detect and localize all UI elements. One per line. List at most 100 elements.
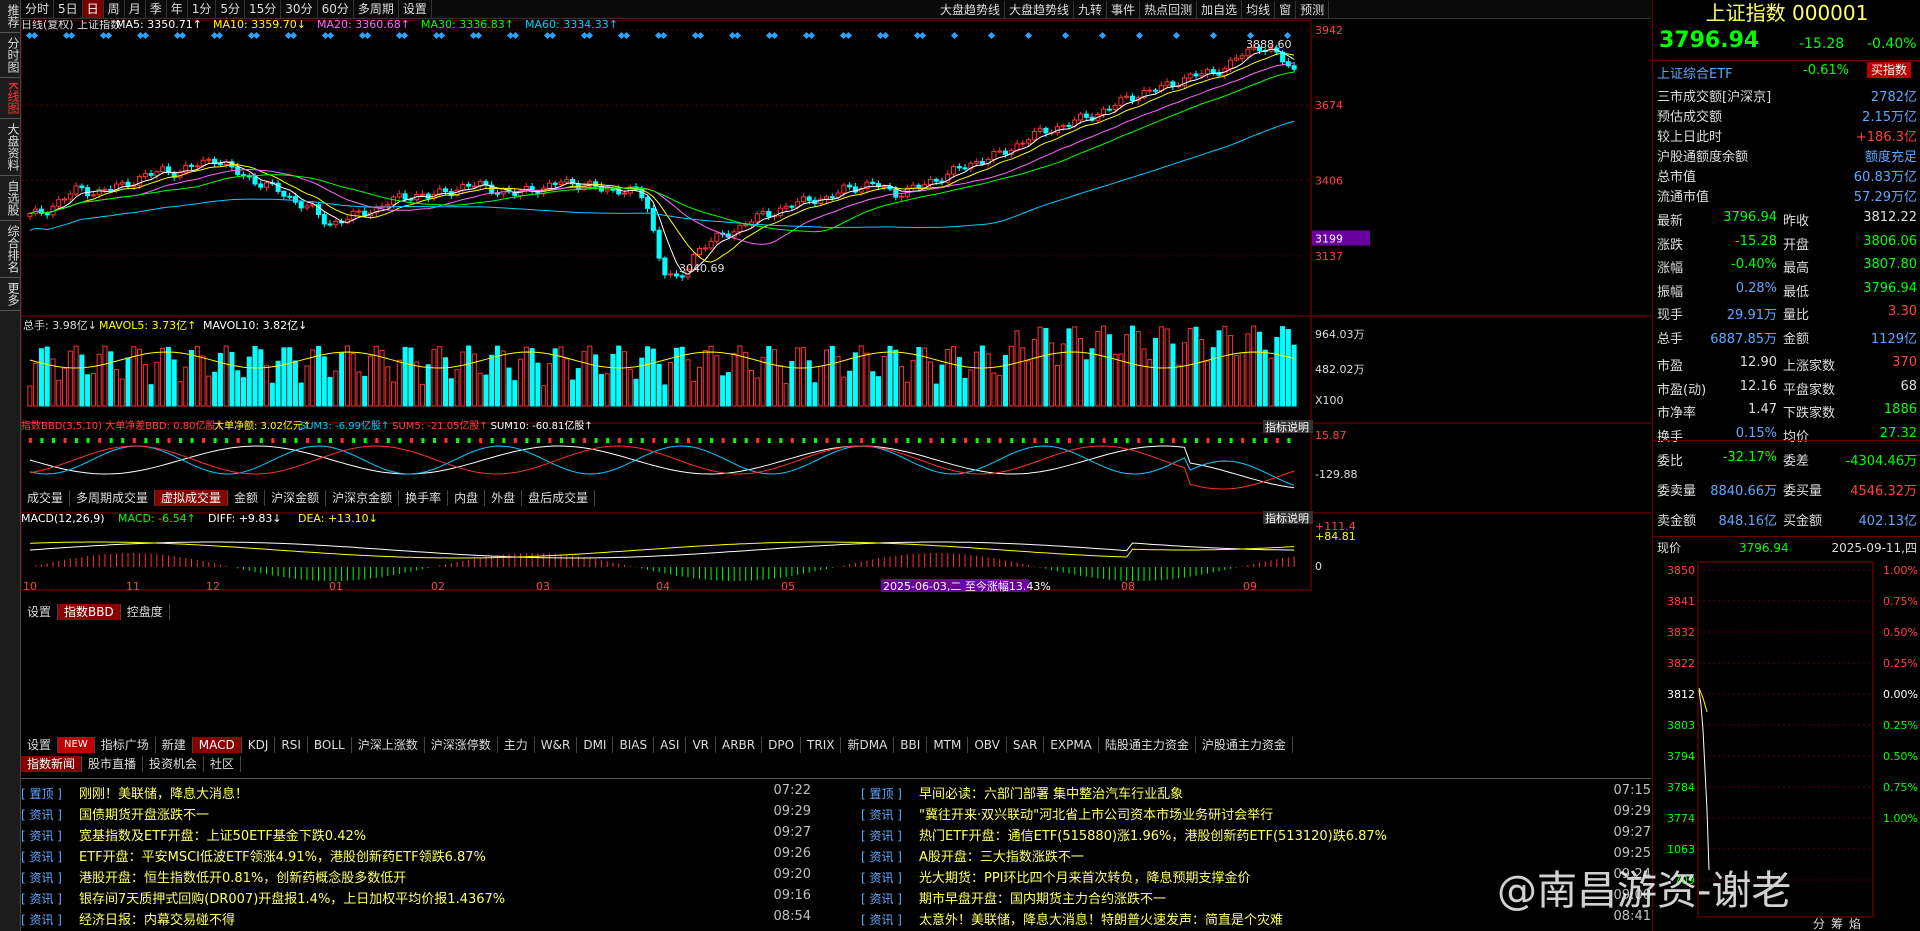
indicator-tab-26[interactable]: 沪股通主力资金 bbox=[1196, 737, 1293, 753]
left-tab-0[interactable]: 推荐 bbox=[0, 0, 20, 33]
news-tab-3[interactable]: 社区 bbox=[204, 756, 242, 772]
indicator-tab-6[interactable]: RSI bbox=[275, 737, 308, 753]
left-tab-5[interactable]: 综合排名 bbox=[0, 221, 20, 278]
indicator-tab-19[interactable]: 新DMA bbox=[841, 737, 895, 753]
news-headline[interactable]: 银存间7天质押式回购(DR007)开盘报1.4%，上日加权平均价报1.4367% bbox=[79, 888, 505, 907]
toolbar-right-item-8[interactable]: 预测 bbox=[1296, 0, 1330, 19]
toolbar-right-item-2[interactable]: 九转 bbox=[1074, 0, 1108, 19]
toolbar-right-item-6[interactable]: 均线 bbox=[1242, 0, 1276, 19]
indicator-tab-0[interactable]: 设置 bbox=[21, 737, 59, 753]
period-tab-11[interactable]: 60分 bbox=[318, 0, 354, 18]
news-item[interactable]: [ 资讯 ] 宽基指数及ETF开盘：上证50ETF基金下跌0.42% 09:27 bbox=[21, 825, 811, 845]
indicator-tab-14[interactable]: ASI bbox=[654, 737, 687, 753]
volume-tab-5[interactable]: 沪深京金额 bbox=[326, 490, 400, 506]
indicator-tab-12[interactable]: DMI bbox=[577, 737, 614, 753]
volume-tab-7[interactable]: 内盘 bbox=[448, 490, 486, 506]
news-headline[interactable]: 太意外！美联储，降息大消息！特朗普火速发声：简直是个灾难 bbox=[919, 909, 1283, 928]
bbd-tab-2[interactable]: 控盘度 bbox=[121, 604, 170, 620]
news-headline[interactable]: 港股开盘：恒生指数低开0.81%，创新药概念股多数低开 bbox=[79, 867, 406, 886]
volume-tab-6[interactable]: 换手率 bbox=[399, 490, 449, 506]
volume-tab-1[interactable]: 多周期成交量 bbox=[70, 490, 156, 506]
indicator-tab-23[interactable]: SAR bbox=[1007, 737, 1045, 753]
left-tab-3[interactable]: 大盘资料 bbox=[0, 119, 20, 176]
left-tab-6[interactable]: 更多 bbox=[0, 278, 20, 311]
volume-tab-9[interactable]: 盘后成交量 bbox=[522, 490, 596, 506]
indicator-tab-20[interactable]: BBI bbox=[894, 737, 928, 753]
indicator-tab-16[interactable]: ARBR bbox=[716, 737, 763, 753]
indicator-tab-18[interactable]: TRIX bbox=[801, 737, 842, 753]
indicator-tab-1[interactable]: NEW bbox=[58, 737, 95, 753]
left-tab-4[interactable]: 自选股 bbox=[0, 176, 20, 221]
toolbar-right-item-7[interactable]: 窗 bbox=[1275, 0, 1297, 19]
indicator-tab-11[interactable]: W&R bbox=[535, 737, 578, 753]
toolbar-right-item-3[interactable]: 事件 bbox=[1107, 0, 1141, 19]
toolbar-right-item-4[interactable]: 热点回测 bbox=[1140, 0, 1198, 19]
news-item[interactable]: [ 资讯 ] 热门ETF开盘：通信ETF(515880)涨1.96%，港股创新药E… bbox=[861, 825, 1651, 845]
news-tab-0[interactable]: 指数新闻 bbox=[21, 756, 83, 772]
period-tab-9[interactable]: 15分 bbox=[245, 0, 282, 18]
news-headline[interactable]: 热门ETF开盘：通信ETF(515880)涨1.96%，港股创新药ETF(513… bbox=[919, 825, 1387, 844]
left-tab-1[interactable]: 分时图 bbox=[0, 33, 20, 78]
period-tab-13[interactable]: 设置 bbox=[399, 0, 432, 18]
toolbar-right-item-5[interactable]: 加自选 bbox=[1197, 0, 1243, 19]
news-tab-2[interactable]: 投资机会 bbox=[143, 756, 205, 772]
news-headline[interactable]: "冀往开来·双兴联动"河北省上市公司资本市场业务研讨会举行 bbox=[919, 804, 1273, 823]
news-headline[interactable]: 光大期货：PPI环比四个月来首次转负，降息预期支撑金价 bbox=[919, 867, 1251, 886]
news-item[interactable]: [ 置顶 ] 刚刚！美联储，降息大消息！ 07:22 bbox=[21, 783, 811, 803]
indicator-tab-5[interactable]: KDJ bbox=[242, 737, 276, 753]
period-tab-4[interactable]: 月 bbox=[125, 0, 146, 18]
indicator-tab-13[interactable]: BIAS bbox=[613, 737, 655, 753]
news-item[interactable]: [ 资讯 ] "冀往开来·双兴联动"河北省上市公司资本市场业务研讨会举行 09:29 bbox=[861, 804, 1651, 824]
news-headline[interactable]: 国债期货开盘涨跌不一 bbox=[79, 804, 209, 823]
period-tab-3[interactable]: 周 bbox=[104, 0, 125, 18]
period-tab-2[interactable]: 日 bbox=[82, 0, 104, 18]
indicator-tab-3[interactable]: 新建 bbox=[156, 737, 193, 753]
news-item[interactable]: [ 资讯 ] 经济日报：内幕交易碰不得 08:54 bbox=[21, 909, 811, 929]
indicator-tab-21[interactable]: MTM bbox=[927, 737, 969, 753]
toolbar-right-item-0[interactable]: 大盘趋势线 bbox=[936, 0, 1006, 19]
volume-tab-3[interactable]: 金额 bbox=[228, 490, 266, 506]
period-tab-7[interactable]: 1分 bbox=[188, 0, 217, 18]
indicator-tab-22[interactable]: OBV bbox=[968, 737, 1007, 753]
left-tab-2[interactable]: K线图 bbox=[0, 78, 20, 119]
indicator-tab-24[interactable]: EXPMA bbox=[1044, 737, 1099, 753]
indicator-tab-2[interactable]: 指标广场 bbox=[95, 737, 156, 753]
volume-tab-2[interactable]: 虚拟成交量 bbox=[155, 490, 229, 506]
indicator-tab-7[interactable]: BOLL bbox=[308, 737, 352, 753]
buy-index-button[interactable]: 买指数 bbox=[1867, 62, 1912, 78]
news-item[interactable]: [ 资讯 ] 银存间7天质押式回购(DR007)开盘报1.4%，上日加权平均价报1… bbox=[21, 888, 811, 908]
indicator-tab-9[interactable]: 沪深涨停数 bbox=[425, 737, 498, 753]
indicator-tab-15[interactable]: VR bbox=[686, 737, 716, 753]
news-item[interactable]: [ 资讯 ] ETF开盘：平安MSCI低波ETF领涨4.91%，港股创新药ETF领… bbox=[21, 846, 811, 866]
news-tab-1[interactable]: 股市直播 bbox=[82, 756, 144, 772]
indicator-tab-10[interactable]: 主力 bbox=[498, 737, 535, 753]
indicator-tab-4[interactable]: MACD bbox=[192, 737, 242, 753]
volume-tab-4[interactable]: 沪深金额 bbox=[265, 490, 327, 506]
volume-tab-0[interactable]: 成交量 bbox=[21, 490, 71, 506]
bbd-tab-0[interactable]: 设置 bbox=[21, 604, 59, 620]
volume-tab-8[interactable]: 外盘 bbox=[485, 490, 523, 506]
period-tab-0[interactable]: 分时 bbox=[21, 0, 55, 18]
news-headline[interactable]: ETF开盘：平安MSCI低波ETF领涨4.91%，港股创新药ETF领跌6.87% bbox=[79, 846, 486, 865]
indicator-tab-17[interactable]: DPO bbox=[762, 737, 802, 753]
period-tab-8[interactable]: 5分 bbox=[216, 0, 246, 18]
period-tab-10[interactable]: 30分 bbox=[281, 0, 318, 18]
indicator-tab-8[interactable]: 沪深上涨数 bbox=[352, 737, 425, 753]
chart-area[interactable]: 日线(复权) 上证指数MA5: 3350.71↑ MA10: 3359.70↓ MA… bbox=[21, 20, 1651, 778]
etf-name[interactable]: 上证综合ETF bbox=[1657, 63, 1733, 82]
bbd-tab-1[interactable]: 指数BBD bbox=[58, 604, 121, 620]
news-headline[interactable]: A股开盘：三大指数涨跌不一 bbox=[919, 846, 1084, 865]
news-item[interactable]: [ 置顶 ] 早间必读：六部门部署 集中整治汽车行业乱象 07:15 bbox=[861, 783, 1651, 803]
indicator-tab-25[interactable]: 陆股通主力资金 bbox=[1099, 737, 1196, 753]
news-headline[interactable]: 期市早盘开盘：国内期货主力合约涨跌不一 bbox=[919, 888, 1166, 907]
news-headline[interactable]: 刚刚！美联储，降息大消息！ bbox=[79, 783, 248, 802]
news-headline[interactable]: 早间必读：六部门部署 集中整治汽车行业乱象 bbox=[919, 783, 1183, 802]
news-headline[interactable]: 经济日报：内幕交易碰不得 bbox=[79, 909, 235, 928]
news-item[interactable]: [ 资讯 ] 港股开盘：恒生指数低开0.81%，创新药概念股多数低开 09:20 bbox=[21, 867, 811, 887]
toolbar-right-item-1[interactable]: 大盘趋势线 bbox=[1005, 0, 1075, 19]
news-item[interactable]: [ 资讯 ] 国债期货开盘涨跌不一 09:29 bbox=[21, 804, 811, 824]
period-tab-12[interactable]: 多周期 bbox=[354, 0, 399, 18]
news-headline[interactable]: 宽基指数及ETF开盘：上证50ETF基金下跌0.42% bbox=[79, 825, 366, 844]
period-tab-1[interactable]: 5日 bbox=[54, 0, 83, 18]
period-tab-5[interactable]: 季 bbox=[146, 0, 167, 18]
